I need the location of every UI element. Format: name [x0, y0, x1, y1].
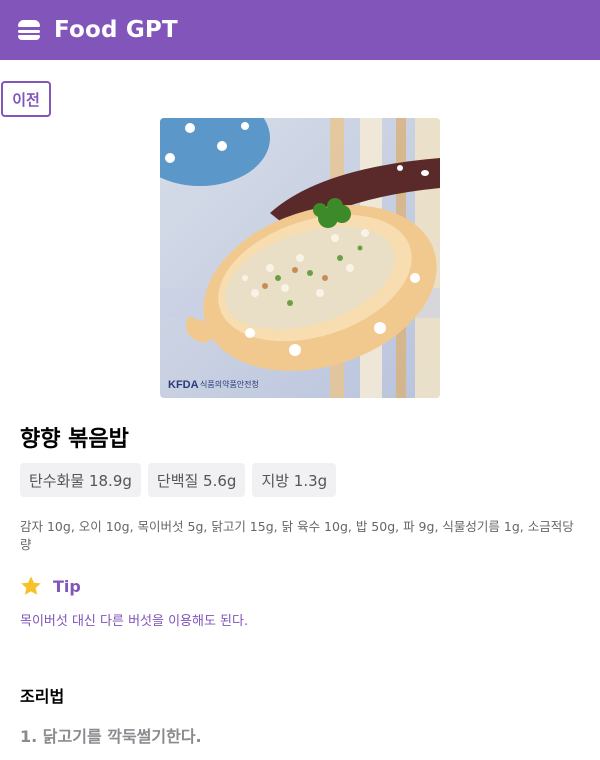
- chip-fat: 지방 1.3g: [252, 463, 337, 497]
- tip-text: 목이버섯 대신 다른 버섯을 이용해도 된다.: [20, 614, 249, 629]
- svg-text:KFDA: KFDA: [168, 379, 199, 391]
- recipe-steps-heading: 조리법: [20, 687, 65, 706]
- star-icon: [21, 576, 41, 595]
- recipe-step: 1. 닭고기를 깍둑썰기한다.: [20, 727, 202, 746]
- tip-label: Tip: [53, 576, 81, 596]
- chip-carbs: 탄수화물 18.9g: [20, 463, 141, 497]
- image-logo-caption: 식품의약품안전청: [200, 379, 259, 389]
- hamburger-icon: [18, 20, 40, 40]
- back-button[interactable]: 이전: [1, 81, 51, 117]
- chip-protein: 단백질 5.6g: [147, 463, 246, 497]
- nutrition-chips: 탄수화물 18.9g 단백질 5.6g 지방 1.3g: [20, 463, 337, 497]
- tip-header: Tip: [20, 575, 81, 597]
- app-header: Food GPT: [0, 0, 600, 60]
- ingredients-list: 감자 10g, 오이 10g, 목이버섯 5g, 닭고기 15g, 닭 육수 1…: [20, 519, 574, 552]
- dish-title: 향향 볶음밥: [20, 427, 129, 452]
- dish-image: KFDA 식품의약품안전청: [160, 118, 440, 398]
- app-title: Food GPT: [54, 17, 178, 43]
